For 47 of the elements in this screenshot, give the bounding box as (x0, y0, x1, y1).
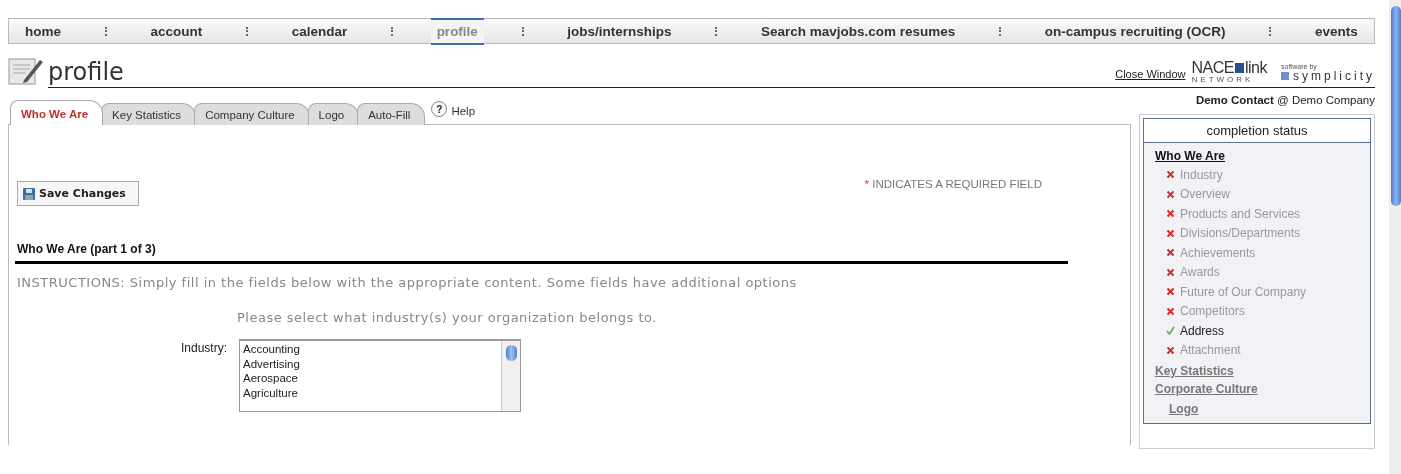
tab[interactable]: Company Culture (194, 103, 310, 125)
nav-link[interactable]: events (1309, 17, 1364, 45)
save-changes-button[interactable]: Save Changes (17, 181, 139, 206)
scroll-thumb[interactable] (505, 345, 517, 361)
help-link[interactable]: Help (451, 105, 476, 117)
completion-status-title: completion status (1143, 118, 1371, 143)
user-info: Demo Contact @ Demo Company (1194, 94, 1375, 106)
industry-listbox[interactable]: Accounting Advertising Aerospace Agriculture (239, 339, 521, 412)
section-title: Who We Are (part 1 of 3) (17, 242, 157, 256)
nav-link[interactable]: account (144, 17, 209, 45)
status-item: Overview (1180, 187, 1230, 202)
industry-label: Industry: (179, 341, 227, 355)
notepad-pencil-icon (8, 56, 44, 86)
industry-option[interactable]: Accounting (243, 342, 498, 357)
tab[interactable]: Auto-Fill (357, 103, 426, 125)
industry-option[interactable]: Aerospace (243, 371, 498, 386)
status-item: Divisions/Departments (1180, 226, 1301, 241)
close-window-link[interactable]: Close Window (1115, 68, 1186, 80)
required-field-note: * INDICATES A REQUIRED FIELD (864, 177, 1042, 190)
status-item: Awards (1180, 265, 1220, 280)
status-section-link[interactable]: Corporate Culture (1155, 382, 1258, 396)
status-section-link[interactable]: Key Statistics (1155, 364, 1234, 378)
nav-link[interactable]: calendar (285, 17, 354, 45)
status-item: Products and Services (1180, 206, 1301, 221)
help-icon[interactable]: ? (431, 101, 448, 117)
status-item: Future of Our Company (1180, 284, 1307, 299)
status-item: Achievements (1180, 245, 1256, 260)
nav-link[interactable]: home (19, 17, 67, 45)
nav-link[interactable]: Search mavjobs.com resumes (755, 17, 962, 45)
tab[interactable]: Who We Are (10, 100, 104, 125)
nav-link[interactable]: jobs/internships (561, 17, 678, 45)
instructions-text: INSTRUCTIONS: Simply fill in the fields below with the appropriate content. Some fields have additional options (17, 274, 798, 292)
nace-link-logo: NACE link NETWORK (1191, 60, 1267, 84)
status-item: Competitors (1180, 304, 1245, 319)
status-item: Address (1180, 323, 1225, 338)
nav-link[interactable]: on-campus recruiting (OCR) (1038, 17, 1232, 45)
scrollbar-thumb[interactable] (1391, 6, 1401, 206)
status-section-link[interactable]: Logo (1169, 402, 1199, 416)
tab[interactable]: Key Statistics (101, 103, 197, 125)
status-item: Attachment (1180, 343, 1241, 358)
page-title: profile (48, 60, 125, 84)
industry-prompt: Please select what industry(s) your organization belongs to. (237, 310, 658, 325)
industry-option[interactable]: Advertising (243, 356, 498, 371)
tab[interactable]: Logo (307, 103, 360, 125)
status-section-link[interactable]: Who We Are (1155, 149, 1225, 163)
industry-option[interactable]: Agriculture (243, 385, 498, 400)
status-item: Industry (1180, 167, 1223, 182)
